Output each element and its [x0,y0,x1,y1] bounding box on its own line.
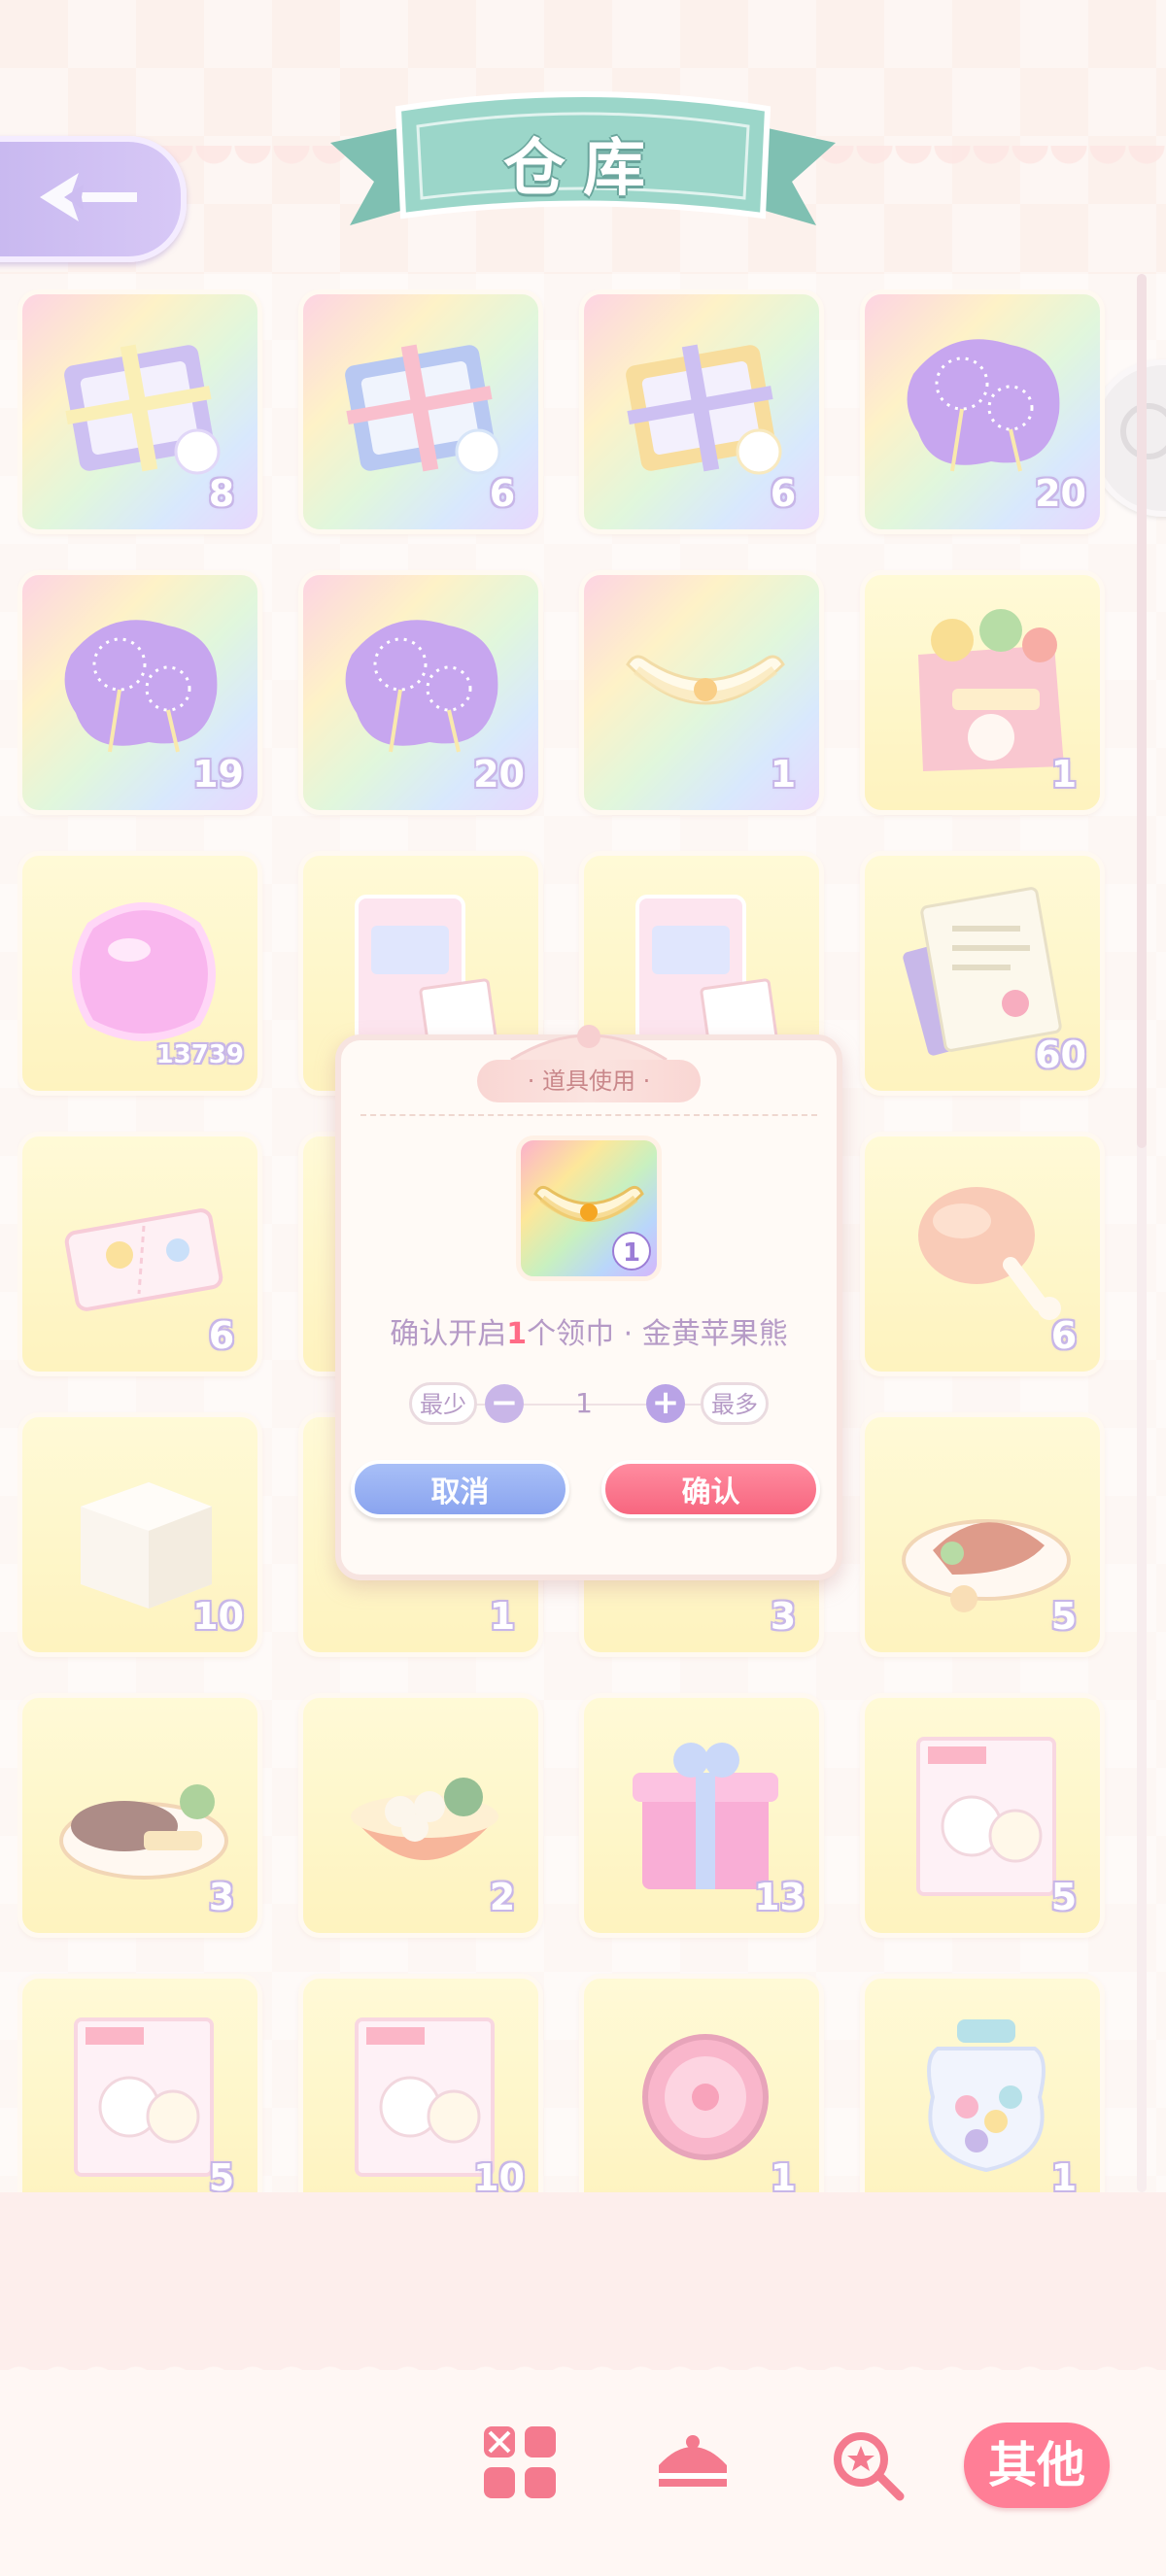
divider [360,1114,817,1116]
confirm-message: 确认开启1个领巾 · 金黄苹果熊 [341,1309,837,1352]
quantity-value: 1 [575,1387,593,1419]
minus-button[interactable]: − [485,1384,524,1423]
cancel-button[interactable]: 取消 [351,1460,569,1518]
dialog-item-preview: 1 [516,1135,662,1281]
nav-other-tab[interactable]: 其他 [964,2423,1110,2508]
dialog-item-count: 1 [612,1232,651,1271]
back-arrow-icon [40,173,137,221]
page-title: 仓库 [503,133,663,205]
cake-icon [659,2435,727,2487]
message-prefix: 确认开启 [390,1317,507,1351]
title-banner: 仓库 [330,89,836,254]
back-button[interactable] [0,136,187,262]
nav-grid-button[interactable] [476,2419,564,2506]
dialog-title: · 道具使用 · [477,1060,701,1102]
confirm-button[interactable]: 确认 [601,1460,820,1518]
candy-icon [834,2432,905,2501]
message-suffix: 个领巾 · 金黄苹果熊 [527,1317,788,1351]
nav-cake-button[interactable] [649,2419,737,2506]
use-item-dialog: · 道具使用 · 1 确认开启1个领巾 · 金黄苹果熊 最少 − 1 + 最多 … [335,1025,842,1580]
grid-icon [484,2426,556,2498]
plus-button[interactable]: + [646,1384,685,1423]
quantity-stepper: 最少 − 1 + 最多 [409,1376,769,1431]
min-button[interactable]: 最少 [409,1382,477,1425]
message-quantity: 1 [506,1317,528,1351]
max-button[interactable]: 最多 [701,1382,769,1425]
nav-candy-button[interactable] [822,2419,909,2506]
